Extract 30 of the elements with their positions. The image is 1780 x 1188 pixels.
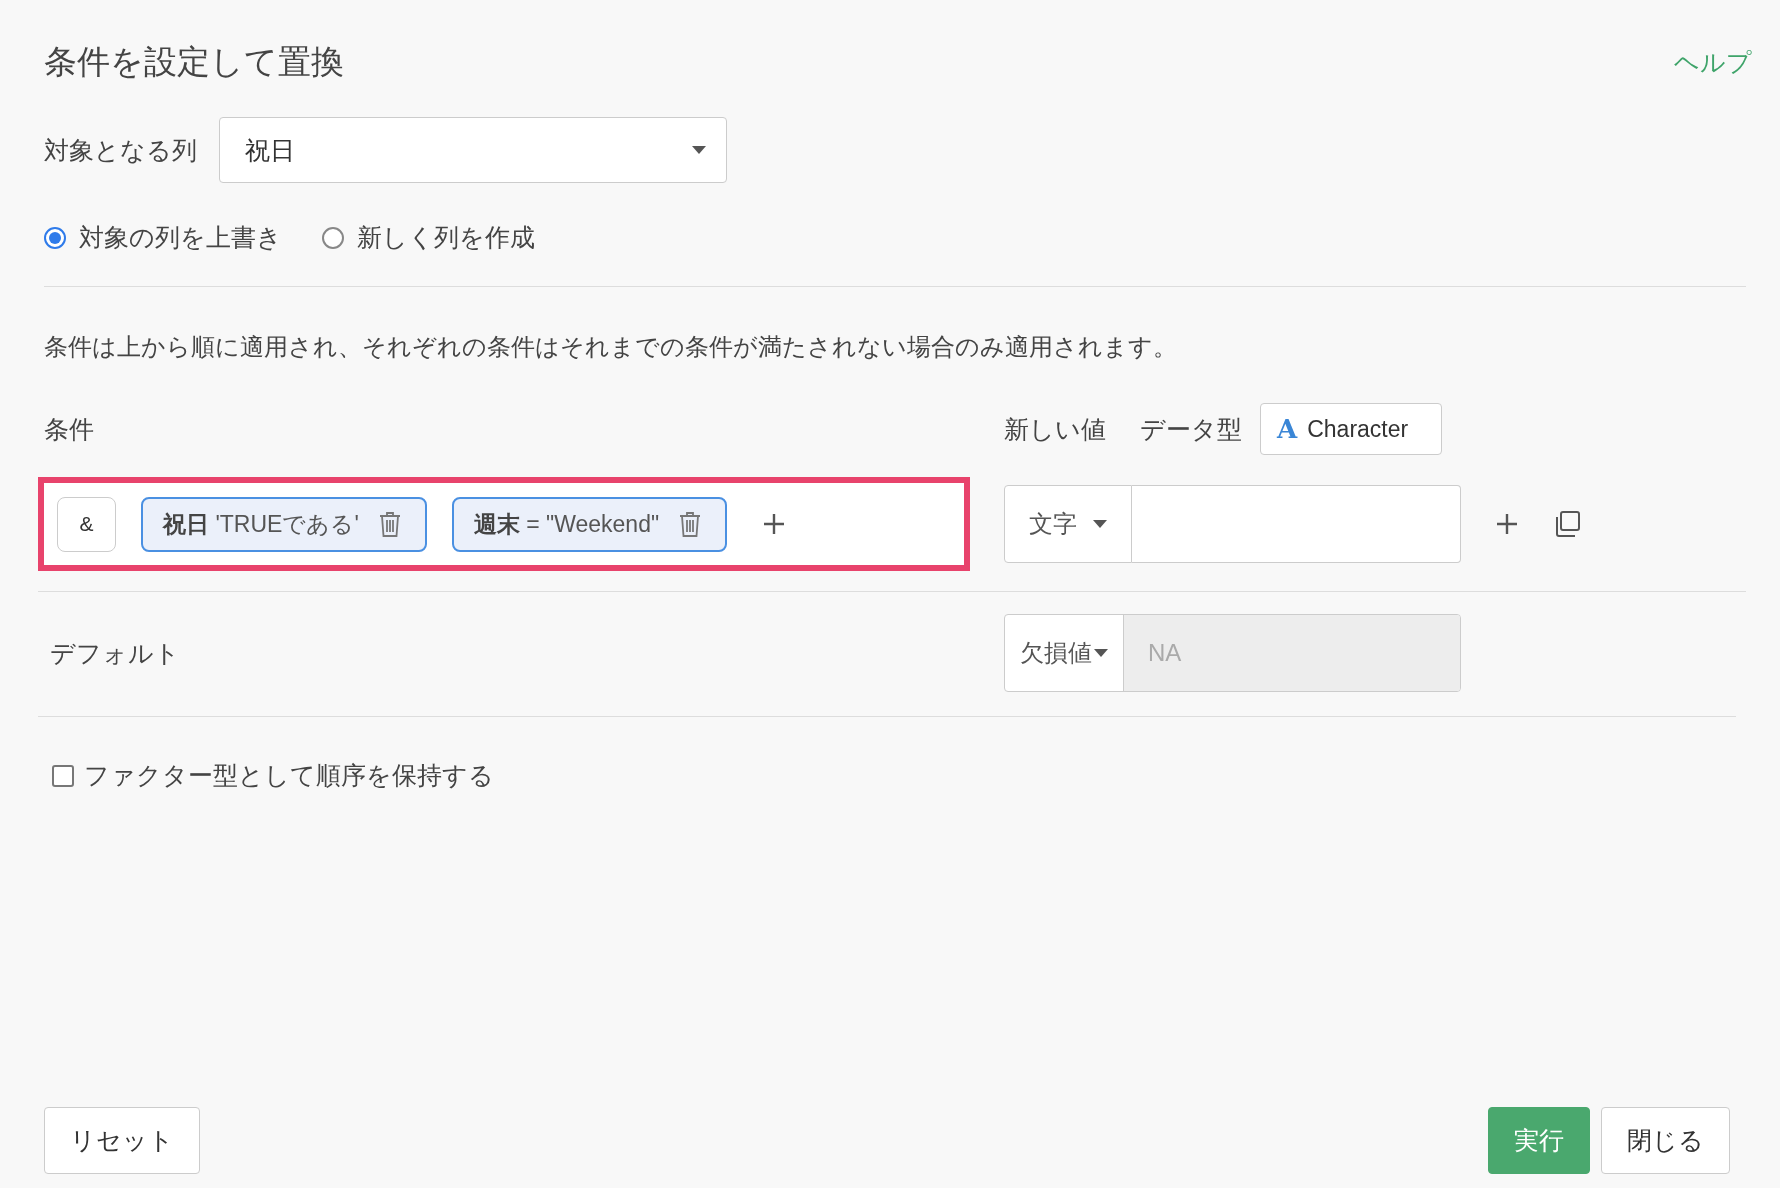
trash-icon[interactable] <box>378 511 401 537</box>
radio-option[interactable]: 新しく列を作成 <box>322 221 535 254</box>
data-type-label: データ型 <box>1140 413 1242 445</box>
add-filter-icon[interactable] <box>762 512 787 536</box>
dialog-title: 条件を設定して置換 <box>44 42 344 82</box>
trash-icon[interactable] <box>679 511 702 537</box>
operator-button[interactable]: & <box>57 496 116 552</box>
filter-chip[interactable]: 週末 = "Weekend" <box>451 496 728 552</box>
caret-icon <box>1094 649 1108 657</box>
radio-option[interactable]: 対象の列を上書き <box>44 221 282 254</box>
caret-icon <box>1093 520 1107 528</box>
target-column-label: 対象となる列 <box>44 134 197 166</box>
radio-button[interactable] <box>322 226 344 249</box>
add-row-icon[interactable] <box>1495 512 1519 536</box>
caret-icon <box>692 146 706 154</box>
conditions-label: 条件 <box>44 413 95 445</box>
radio-button[interactable] <box>44 226 66 249</box>
action-button[interactable]: 閉じる <box>1601 1107 1730 1174</box>
new-value-label: 新しい値 <box>1004 413 1106 445</box>
value-type-dropdown[interactable]: 文字 <box>1004 485 1132 563</box>
copy-icon[interactable] <box>1553 510 1581 538</box>
checkbox-label: ファクター型として順序を保持する <box>84 760 494 791</box>
column-dropdown[interactable]: 祝日 <box>219 117 727 183</box>
checkbox[interactable] <box>52 764 74 787</box>
action-button[interactable]: リセット <box>44 1107 200 1174</box>
value-input[interactable] <box>1132 485 1461 563</box>
data-type-button[interactable]: A Character <box>1260 403 1442 455</box>
default-label: デフォルト <box>50 637 181 669</box>
filter-chip[interactable]: 祝日 'TRUEである' <box>141 496 427 552</box>
description-text: 条件は上から順に適用され、それぞれの条件はそれまでの条件が満たされない場合のみ適用されます。 <box>44 333 1178 362</box>
